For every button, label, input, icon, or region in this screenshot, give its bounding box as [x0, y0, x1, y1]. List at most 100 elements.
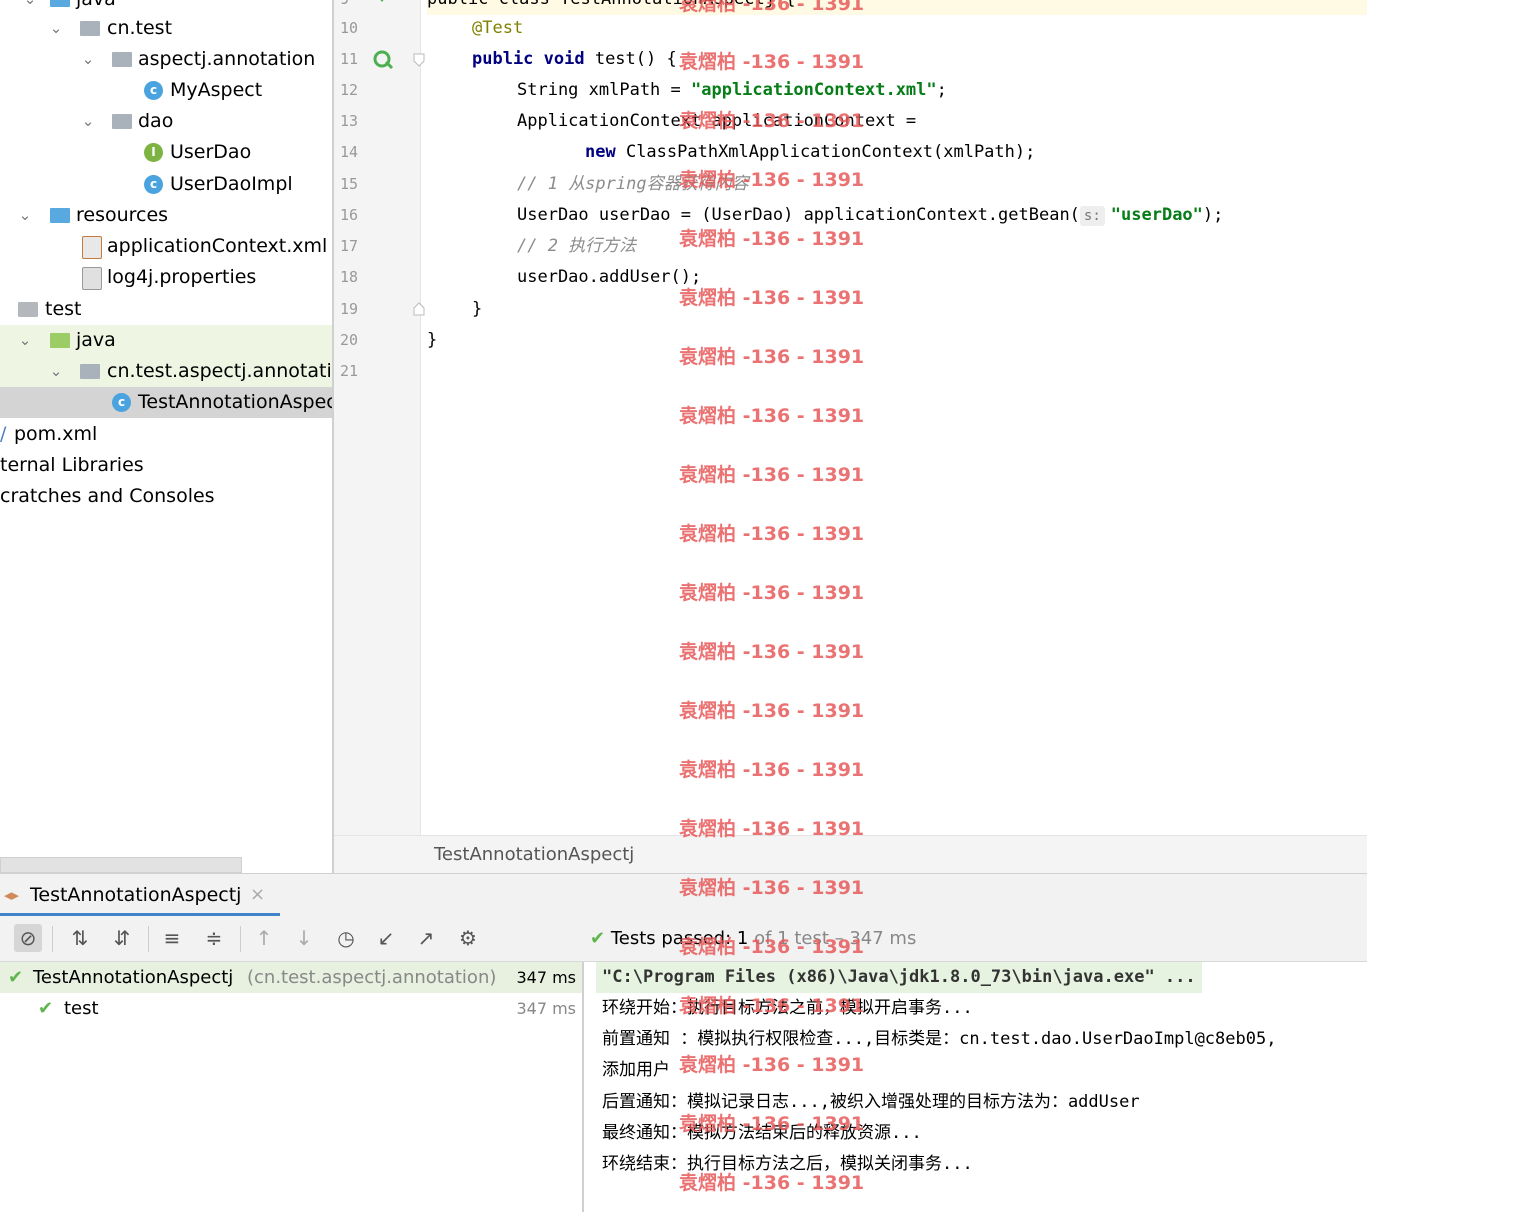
editor-gutter: 9 10 11 12 13 14 15 16 17 18 19 20 21 — [334, 0, 425, 835]
run-test-gutter-icon[interactable] — [372, 49, 394, 71]
code-editor[interactable]: public class TestAnnotationAspectj { @Te… — [421, 0, 1367, 835]
line-number: 15 — [340, 175, 359, 193]
previous-failed-icon[interactable]: ↑ — [250, 924, 278, 952]
code-line: String xmlPath = "applicationContext.xml… — [517, 80, 947, 100]
chevron-down-icon[interactable]: ⌄ — [15, 200, 35, 231]
import-tests-icon[interactable]: ↙ — [372, 924, 400, 952]
export-tests-icon[interactable]: ↗ — [412, 924, 440, 952]
line-number: 21 — [340, 362, 359, 380]
tree-item-myaspect[interactable]: c MyAspect — [0, 75, 332, 106]
tree-item-dao[interactable]: ⌄ dao — [0, 106, 332, 137]
code-line: userDao.addUser(); — [517, 267, 702, 287]
run-tab[interactable]: ◂▸ TestAnnotationAspectj × — [0, 874, 280, 916]
tree-item-cn-test[interactable]: ⌄ cn.test — [0, 13, 332, 44]
run-config-icon: ◂▸ — [4, 886, 20, 904]
project-tree: ⌄ java ⌄ cn.test ⌄ aspectj.annotation c … — [0, 0, 334, 873]
tree-item-test-java[interactable]: ⌄ java — [0, 325, 332, 356]
run-toolbar: ⊘ ⇅ ⇵ ≡ ≑ ↑ ↓ ◷ ↙ ↗ ⚙ ✔ Tests passed: 1 … — [0, 916, 1367, 962]
run-gutter-icon[interactable] — [372, 0, 394, 6]
tree-item-aspectj-annotation[interactable]: ⌄ aspectj.annotation — [0, 44, 332, 75]
code-line: ApplicationContext applicationContext = — [517, 111, 917, 131]
resources-folder-icon — [50, 208, 70, 223]
tree-item-pom-xml[interactable]: / pom.xml — [0, 419, 332, 450]
tree-item-external-libraries[interactable]: ternal Libraries — [0, 450, 332, 481]
toolbar-separator — [148, 926, 149, 952]
test-result-row[interactable]: ✔ test 347 ms — [0, 993, 582, 1024]
run-tab-bar: ◂▸ TestAnnotationAspectj × — [0, 873, 1367, 917]
class-icon: c — [144, 81, 163, 100]
line-number: 12 — [340, 81, 359, 99]
maven-icon: / — [0, 423, 7, 445]
horizontal-scrollbar[interactable] — [0, 857, 242, 873]
console-command-line[interactable]: "C:\Program Files (x86)\Java\jdk1.8.0_73… — [596, 962, 1202, 993]
test-class-icon: c — [112, 393, 131, 412]
toolbar-separator — [52, 926, 53, 952]
check-icon: ✔ — [8, 967, 24, 988]
line-number: 13 — [340, 112, 359, 130]
editor-breadcrumb[interactable]: TestAnnotationAspectj — [334, 835, 1367, 874]
code-comment: // 1 从spring容器获得内容 — [517, 174, 749, 194]
gear-icon[interactable]: ⚙ — [454, 924, 482, 952]
package-icon — [80, 364, 100, 379]
check-icon: ✔ — [38, 998, 54, 1019]
line-number: 14 — [340, 143, 359, 161]
tree-item-resources[interactable]: ⌄ resources — [0, 200, 332, 231]
package-icon — [112, 52, 132, 67]
console-line: 添加用户 — [602, 1060, 670, 1080]
console-line: 前置通知 ：模拟执行权限检查...,目标类是：cn.test.dao.UserD… — [602, 1029, 1277, 1049]
xml-file-icon — [82, 236, 102, 259]
chevron-down-icon[interactable]: ⌄ — [78, 106, 98, 137]
test-status: ✔ Tests passed: 1 of 1 test – 347 ms — [590, 928, 917, 949]
console-line: 最终通知：模拟方法结束后的释放资源... — [602, 1123, 922, 1143]
parameter-hint: s: — [1079, 206, 1105, 226]
check-icon: ✔ — [590, 928, 606, 949]
expand-all-icon[interactable]: ≡ — [158, 924, 186, 952]
code-comment: // 2 执行方法 — [517, 236, 637, 256]
line-number: 18 — [340, 268, 359, 286]
package-icon — [80, 21, 100, 36]
line-number: 10 — [340, 19, 359, 37]
package-icon — [112, 114, 132, 129]
folder-icon — [18, 302, 38, 317]
line-number: 16 — [340, 206, 359, 224]
code-line: } — [472, 299, 483, 319]
source-folder-icon — [50, 0, 70, 7]
tree-item-userdaoimpl[interactable]: c UserDaoImpl — [0, 169, 332, 200]
close-icon[interactable]: × — [250, 874, 265, 916]
chevron-down-icon[interactable]: ⌄ — [15, 325, 35, 356]
chevron-down-icon[interactable]: ⌄ — [46, 13, 66, 44]
tree-item-log4j-properties[interactable]: log4j.properties — [0, 262, 332, 293]
toolbar-separator — [240, 926, 241, 952]
tree-item-scratches[interactable]: cratches and Consoles — [0, 481, 332, 512]
tree-item-test-package[interactable]: ⌄ cn.test.aspectj.annotatio — [0, 356, 332, 387]
tree-item-testannotationaspectj[interactable]: c TestAnnotationAspec — [0, 387, 332, 418]
collapse-all-icon[interactable]: ≑ — [200, 924, 228, 952]
chevron-down-icon[interactable]: ⌄ — [78, 44, 98, 75]
test-history-icon[interactable]: ◷ — [332, 924, 360, 952]
class-icon: c — [144, 175, 163, 194]
console-output[interactable]: "C:\Program Files (x86)\Java\jdk1.8.0_73… — [584, 962, 1367, 1212]
code-line: new ClassPathXmlApplicationContext(xmlPa… — [585, 142, 1036, 162]
breadcrumb-item[interactable]: TestAnnotationAspectj — [434, 836, 634, 874]
test-result-row[interactable]: ✔ TestAnnotationAspectj (cn.test.aspectj… — [0, 962, 582, 993]
tree-item-userdao[interactable]: I UserDao — [0, 137, 332, 168]
sort-by-duration-icon[interactable]: ⇵ — [108, 924, 136, 952]
tree-item-applicationcontext-xml[interactable]: applicationContext.xml — [0, 231, 332, 262]
code-line: } — [427, 330, 438, 350]
stop-icon[interactable]: ⊘ — [14, 924, 42, 952]
chevron-down-icon[interactable]: ⌄ — [46, 356, 66, 387]
console-line: 后置通知：模拟记录日志...,被织入增强处理的目标方法为：addUser — [602, 1092, 1140, 1112]
line-number: 17 — [340, 237, 359, 255]
console-line: 环绕结束：执行目标方法之后，模拟关闭事务... — [602, 1154, 973, 1174]
interface-icon: I — [144, 143, 163, 162]
next-failed-icon[interactable]: ↓ — [290, 924, 318, 952]
test-results-tree: ✔ TestAnnotationAspectj (cn.test.aspectj… — [0, 962, 584, 1212]
tree-item-test[interactable]: test — [0, 294, 332, 325]
code-line: @Test — [472, 18, 524, 38]
code-line: public void test() { — [472, 49, 677, 69]
sort-alphabetically-icon[interactable]: ⇅ — [66, 924, 94, 952]
console-line: 环绕开始：执行目标方法之前，模拟开启事务... — [602, 998, 973, 1018]
properties-file-icon — [82, 267, 102, 290]
test-source-folder-icon — [50, 333, 70, 348]
line-number: 11 — [340, 50, 359, 68]
